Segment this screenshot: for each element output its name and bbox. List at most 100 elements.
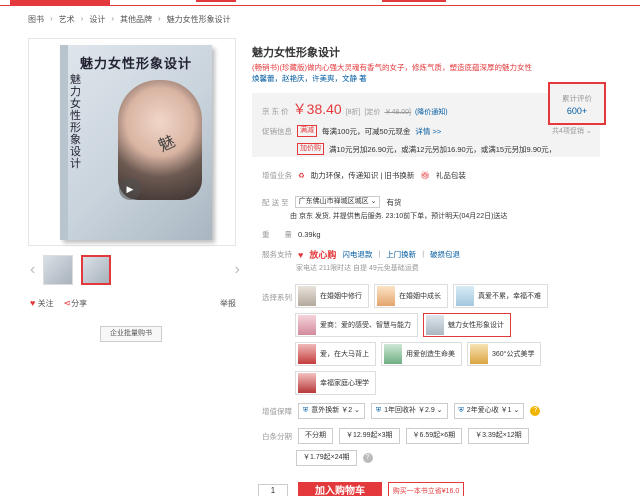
shield-icon: ⛨: [375, 407, 382, 414]
gift-wrap-link[interactable]: 礼品包装: [436, 170, 466, 181]
warranty-option-1[interactable]: ⛨ 意外换新 ￥2 ⌄: [298, 403, 365, 419]
nav-underline: [0, 5, 640, 6]
series-option[interactable]: 幸福家庭心理学: [295, 371, 376, 395]
quantity-input[interactable]: 1: [258, 484, 288, 496]
installment-option[interactable]: ￥6.59起×6期: [405, 428, 463, 444]
value-added-row: 增值业务 ♻ 助力环保，传递知识 | 旧书换新 🎁︎ 礼品包装: [262, 170, 466, 181]
discount-badge: [8折]: [345, 109, 361, 116]
installment-option[interactable]: ￥1.79起×24期: [296, 450, 357, 466]
thumb-next-icon[interactable]: ›: [235, 261, 240, 279]
series-option-selected[interactable]: 魅力女性形象设计: [423, 313, 511, 337]
help-icon[interactable]: ?: [530, 406, 541, 416]
support-item-1[interactable]: 闪电退款: [342, 249, 372, 260]
series-thumb: [298, 344, 316, 364]
weight-row: 重 量 0.39kg: [262, 229, 321, 240]
series-thumb: [298, 315, 316, 335]
crumb-art[interactable]: 艺术: [59, 14, 75, 25]
promo-detail-link[interactable]: 详情 >>: [415, 126, 441, 137]
delivery-note: 由 京东 发货, 并提供售后服务. 23:10前下单，预计明天(04月22日)送…: [290, 213, 508, 220]
weight-label: 重 量: [262, 230, 292, 239]
promo-text-1: 每满100元，可减50元现金: [322, 126, 411, 136]
price-alert-link[interactable]: (降价通知): [415, 107, 448, 117]
more-promos-toggle[interactable]: 共4项促销 ⌄: [552, 126, 592, 136]
promo-tag-addon: 加价购: [297, 143, 324, 155]
list-price-value: ￥48.00]: [384, 109, 411, 116]
share-link[interactable]: ⋖分享: [64, 298, 88, 309]
value-added-label: 增值业务: [262, 171, 292, 180]
report-link[interactable]: 举报: [220, 298, 236, 309]
delivery-row: 配 送 至 广东佛山市禅城区城区 ⌄ 有货: [262, 196, 401, 208]
support-item-2[interactable]: 上门换新: [386, 249, 416, 260]
bulk-buy-button[interactable]: 企业批量购书: [100, 326, 162, 342]
weight-value: 0.39kg: [298, 230, 321, 239]
crumb-books[interactable]: 图书: [28, 14, 44, 25]
series-option[interactable]: 真爱不累，幸福不难: [453, 284, 548, 308]
warranty-option-2[interactable]: ⛨ 1年回收补 ￥2.9 ⌄: [370, 403, 448, 419]
series-option[interactable]: 爱，在大马背上: [295, 342, 376, 366]
installment-option[interactable]: ￥12.99起×3期: [339, 428, 400, 444]
promo-text-2: 满10元另加26.90元，或满12元另加16.90元，或满15元另加9.90元，: [329, 144, 557, 154]
add-to-cart-button[interactable]: 加入购物车: [298, 482, 382, 496]
review-summary[interactable]: 累计评价 600+: [548, 82, 606, 125]
series-thumb: [377, 286, 395, 306]
book-spine: [60, 45, 68, 240]
warranty-option-3[interactable]: ⛨ 2年爱心收 ￥1 ⌄: [453, 403, 525, 419]
promo-tag-fullcut: 满减: [297, 125, 317, 137]
play-video-icon[interactable]: ▶: [119, 178, 141, 200]
series-thumb: [470, 344, 488, 364]
promo-label: 促销信息: [262, 126, 292, 136]
follow-share-bar: ♥ 关注 ⋖分享: [30, 298, 87, 309]
support-item-3[interactable]: 破损包退: [430, 249, 460, 260]
installment-option[interactable]: 不分期: [298, 428, 333, 444]
series-option[interactable]: 360°公式美学: [467, 342, 542, 366]
product-title: 魅力女性形象设计: [252, 47, 340, 59]
share-icon: ⋖: [63, 298, 72, 308]
thumbnail-strip: ‹ ›: [30, 255, 240, 285]
recycle-icon: ♻: [298, 171, 305, 180]
thumbnail-1[interactable]: [43, 255, 74, 285]
nav-accent: [196, 0, 236, 2]
price-value: ￥38.40: [292, 101, 342, 117]
price-label: 京 东 价: [262, 107, 289, 116]
series-thumb: [298, 373, 316, 393]
crumb-brand[interactable]: 其他品牌: [120, 14, 152, 25]
shield-icon: ⛨: [303, 407, 309, 414]
help-icon[interactable]: ?: [362, 453, 373, 463]
breadcrumb: 图书 › 艺术 › 设计 › 其他品牌 › 魅力女性形象设计: [28, 14, 231, 25]
review-count[interactable]: 600+: [550, 106, 604, 116]
installment-row-2: ￥1.79起×24期 ?: [296, 450, 373, 466]
trade-in-link[interactable]: 助力环保，传递知识 | 旧书换新: [311, 170, 415, 181]
thumb-prev-icon[interactable]: ‹: [30, 261, 35, 279]
product-slogan: (畅销书)(珍藏版)做内心强大灵魂有香气的女子，修炼气质，塑造底蕴深厚的魅力女性…: [252, 63, 532, 83]
assurance-brand[interactable]: 放心购: [309, 248, 336, 261]
warranty-row: 增值保障 ⛨ 意外换新 ￥2 ⌄ ⛨ 1年回收补 ￥2.9 ⌄ ⛨ 2年爱心收 ￥1 …: [262, 403, 541, 419]
series-option[interactable]: 在婚姻中修行: [295, 284, 369, 308]
crumb-design[interactable]: 设计: [89, 14, 105, 25]
delivery-label: 配 送 至: [262, 197, 289, 207]
series-thumb: [298, 286, 316, 306]
region-selector[interactable]: 广东佛山市禅城区城区 ⌄: [294, 196, 381, 208]
follow-link[interactable]: ♥ 关注: [30, 298, 54, 309]
promo-row-2: 加价购 满10元另加26.90元，或满12元另加16.90元，或满15元另加9.…: [297, 143, 556, 155]
author-links[interactable]: 焕馨蕾，赵艳庆，许美爽，文静 著: [252, 74, 367, 83]
thumbnail-2[interactable]: [81, 255, 112, 285]
series-option[interactable]: 在婚姻中成长: [374, 284, 448, 308]
crumb-product: 魅力女性形象设计: [166, 15, 231, 24]
cover-vertical-title: 魅力女性形象设计: [70, 73, 81, 170]
series-option[interactable]: 用爱创造生命美: [381, 342, 462, 366]
series-row-3: 爱，在大马背上 用爱创造生命美 360°公式美学: [295, 342, 542, 366]
installment-option[interactable]: ￥3.39起×12期: [468, 428, 529, 444]
series-option[interactable]: 爱商：爱的感受、智慧与能力: [295, 313, 418, 337]
top-nav-bar: [0, 0, 640, 6]
installment-label: 白条分期: [262, 431, 292, 441]
price-row: 京 东 价 ￥38.40 [8折] [定价 ￥48.00] (降价通知): [262, 99, 448, 119]
review-label: 累计评价: [562, 94, 592, 103]
series-thumb: [456, 286, 474, 306]
warranty-label: 增值保障: [262, 406, 292, 416]
cover-title: 魅力女性形象设计: [80, 57, 193, 72]
service-support-row: 服务支持 ♥ 放心购 闪电退款 | 上门换新 | 破损包退: [262, 248, 461, 261]
support-label: 服务支持: [262, 250, 292, 259]
bundle-offer-button[interactable]: 购买一本书立省¥16.0: [388, 482, 464, 496]
series-thumb: [426, 315, 444, 335]
list-price-label: [定价: [364, 109, 381, 116]
